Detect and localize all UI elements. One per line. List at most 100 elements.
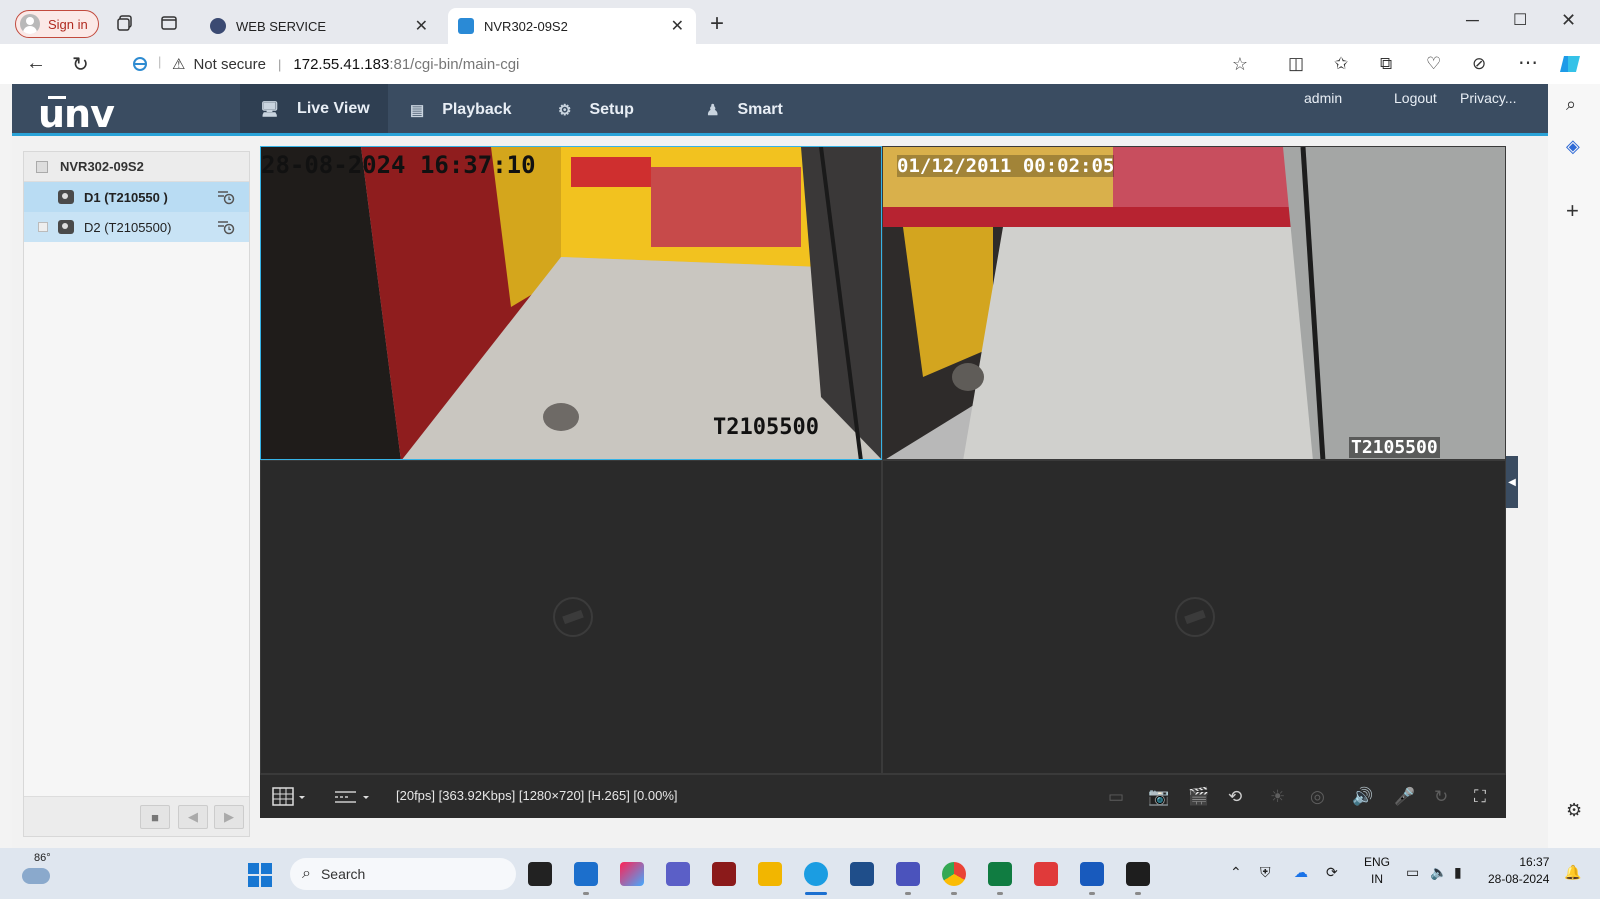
show-hidden-icons-chevron-icon[interactable]: ⌃ <box>1230 864 1242 881</box>
gear-icon: ⚙ <box>558 102 572 119</box>
sidebar-settings-icon[interactable]: ⚙ <box>1566 800 1582 821</box>
nvr-name: NVR302-09S2 <box>60 159 144 174</box>
record-stream-icon[interactable] <box>217 219 235 235</box>
channel-checkbox[interactable] <box>38 222 48 232</box>
image-adjust-icon[interactable]: ☀ <box>1270 787 1285 807</box>
word-icon[interactable] <box>1080 862 1104 886</box>
minimize-button[interactable]: ─ <box>1466 10 1479 31</box>
rdp-icon[interactable] <box>850 862 874 886</box>
edge-icon[interactable] <box>804 862 828 886</box>
vpn-icon[interactable]: ⛨ <box>1260 864 1271 881</box>
ie-mode-icon[interactable] <box>132 56 148 72</box>
record-clip-icon[interactable]: 🎬 <box>1188 787 1209 807</box>
no-video-camera-icon <box>553 597 593 637</box>
favorite-star-icon[interactable]: ☆ <box>1232 54 1248 75</box>
weather-widget[interactable]: 86° <box>22 852 56 890</box>
ptz-icon[interactable]: ⟲ <box>1228 787 1242 807</box>
file-explorer-icon[interactable] <box>758 862 782 886</box>
notification-bell-icon[interactable]: 🔔 <box>1564 864 1581 881</box>
menu-smart[interactable]: ♟ Smart <box>706 84 783 136</box>
camera-name-overlay: T2105500 <box>1349 437 1440 458</box>
terminal-icon[interactable] <box>1126 862 1150 886</box>
battery-icon[interactable]: ▮ <box>1454 864 1462 881</box>
workspaces-icon[interactable] <box>116 14 134 32</box>
stream-type-icon[interactable] <box>334 787 374 807</box>
taskbar-search[interactable]: ⌕ Search <box>290 858 516 890</box>
close-icon[interactable]: ✕ <box>671 16 684 36</box>
copilot-sidebar-icon[interactable]: ◈ <box>1566 136 1580 157</box>
browser-essentials-icon[interactable]: ♡ <box>1426 54 1441 74</box>
menu-label: Smart <box>737 101 783 118</box>
start-button[interactable] <box>248 863 272 887</box>
split-screen-icon[interactable]: ◫ <box>1288 54 1304 74</box>
stream-info: [20fps] [363.92Kbps] [1280×720] [H.265] … <box>396 788 678 803</box>
privacy-link[interactable]: Privacy... <box>1460 90 1517 106</box>
instant-playback-icon[interactable]: ↻ <box>1434 787 1448 807</box>
url-box[interactable]: | ⚠ Not secure | 172.55.41.183:81/cgi-bi… <box>120 49 1268 79</box>
favorites-icon[interactable]: ✩ <box>1334 54 1348 74</box>
menu-live-view[interactable]: 🖥 Live View <box>240 84 388 136</box>
previous-page-button[interactable]: ◀ <box>178 805 208 829</box>
task-view-icon[interactable] <box>528 862 552 886</box>
digital-zoom-icon[interactable]: ◎ <box>1310 787 1325 807</box>
logout-link[interactable]: Logout <box>1394 90 1437 106</box>
network-icon[interactable]: ▭ <box>1406 864 1419 881</box>
outlook-icon[interactable] <box>574 862 598 886</box>
device-tree-root[interactable]: NVR302-09S2 <box>24 152 249 182</box>
fullscreen-icon[interactable]: ⛶ <box>1474 787 1486 807</box>
username-link[interactable]: admin <box>1304 90 1342 106</box>
speaker-icon[interactable]: 🔈 <box>1430 864 1447 881</box>
chrome-icon[interactable] <box>942 862 966 886</box>
new-tab-button[interactable]: + <box>710 10 724 38</box>
add-sidebar-app-icon[interactable]: + <box>1566 198 1579 224</box>
channel-d1[interactable]: D1 (T210550 ) <box>24 182 249 212</box>
copilot-app-icon[interactable] <box>620 862 644 886</box>
sync-icon[interactable]: ⟳ <box>1326 864 1338 881</box>
teams-icon[interactable] <box>666 862 690 886</box>
tally-icon[interactable] <box>712 862 736 886</box>
playback-icon: ▤ <box>410 102 425 119</box>
two-way-audio-icon[interactable]: 🎤 <box>1394 787 1415 807</box>
snapshot-icon[interactable]: 📷 <box>1148 787 1169 807</box>
maximize-button[interactable]: ☐ <box>1513 10 1527 30</box>
video-window-1[interactable]: 28-08-2024 16:37:10 T2105500 <box>260 146 882 460</box>
tab-title: WEB SERVICE <box>236 18 327 34</box>
menu-setup[interactable]: ⚙ Setup <box>558 84 634 136</box>
tab-web-service[interactable]: WEB SERVICE ✕ <box>200 8 440 44</box>
record-stream-icon[interactable] <box>217 189 235 205</box>
stop-all-button[interactable]: ■ <box>140 805 170 829</box>
video-window-3[interactable] <box>260 460 882 774</box>
input-language[interactable]: ENG IN <box>1364 854 1390 888</box>
layout-grid-icon[interactable] <box>272 787 308 807</box>
close-window-button[interactable]: ✕ <box>1561 10 1576 31</box>
extension-icon[interactable]: ⊘ <box>1472 54 1486 74</box>
next-page-button[interactable]: ▶ <box>214 805 244 829</box>
close-icon[interactable]: ✕ <box>415 16 428 36</box>
copilot-icon[interactable] <box>1558 52 1582 76</box>
sign-in-button[interactable]: Sign in <box>15 10 99 38</box>
video-window-2[interactable]: 01/12/2011 00:02:05 T2105500 <box>882 146 1506 460</box>
warning-icon: ⚠ <box>172 56 186 73</box>
back-button[interactable]: ← <box>26 52 46 75</box>
video-window-4[interactable] <box>882 460 1506 774</box>
channel-label: D1 (T210550 ) <box>84 189 168 205</box>
local-record-icon[interactable]: ▭ <box>1108 787 1124 807</box>
teams-work-icon[interactable] <box>896 862 920 886</box>
refresh-button[interactable]: ↻ <box>72 52 89 77</box>
excel-icon[interactable] <box>988 862 1012 886</box>
system-clock[interactable]: 16:37 28-08-2024 <box>1488 854 1549 888</box>
tab-nvr[interactable]: NVR302-09S2 ✕ <box>448 8 696 44</box>
menu-label: Playback <box>442 101 512 118</box>
search-icon: ⌕ <box>302 865 311 882</box>
anydesk-icon[interactable] <box>1034 862 1058 886</box>
onedrive-icon[interactable]: ☁ <box>1294 864 1308 881</box>
search-icon[interactable]: ⌕ <box>1566 94 1576 115</box>
collapse-panel-button[interactable]: ◀ <box>1506 456 1518 508</box>
channel-d2[interactable]: D2 (T2105500) <box>24 212 249 242</box>
menu-playback[interactable]: ▤ Playback <box>410 84 512 136</box>
volume-icon[interactable]: 🔊 <box>1352 787 1373 807</box>
collections-icon[interactable]: ⧉ <box>1380 54 1392 74</box>
more-menu-icon[interactable]: ⋯ <box>1518 50 1538 75</box>
tab-actions-icon[interactable] <box>160 14 178 32</box>
clock-date: 28-08-2024 <box>1488 872 1550 886</box>
